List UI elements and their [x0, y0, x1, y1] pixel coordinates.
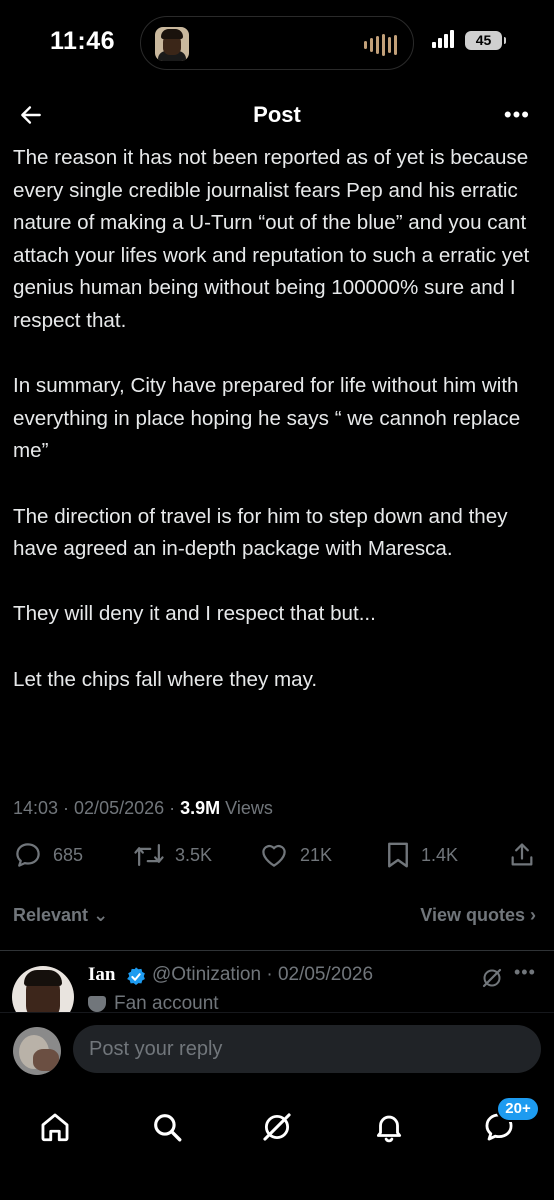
sort-label: Relevant [13, 905, 89, 925]
heart-icon [262, 844, 286, 867]
fan-mask-icon [88, 996, 106, 1012]
reply-button[interactable]: 685 [13, 840, 83, 870]
tab-grok[interactable] [252, 1102, 302, 1152]
page-title: Post [253, 102, 301, 127]
reply-handle-date: @Otinization · 02/05/2026 [152, 964, 374, 985]
view-quotes-label: View quotes [420, 905, 525, 925]
grok-icon [263, 1113, 291, 1141]
bookmark-count: 1.4K [421, 844, 459, 865]
battery-indicator: 45 [465, 31, 506, 50]
search-icon [154, 1114, 182, 1142]
reply-author-name[interactable]: Ian [88, 964, 115, 986]
divider [0, 950, 554, 951]
audio-waveform-icon [364, 34, 397, 56]
tab-home[interactable] [30, 1102, 80, 1152]
repost-button[interactable]: 3.5K [133, 840, 212, 870]
now-playing-artwork [155, 27, 189, 61]
status-time: 11:46 [50, 27, 116, 55]
views-count[interactable]: 3.9M [180, 798, 220, 818]
share-button[interactable] [508, 840, 536, 870]
my-avatar [13, 1027, 61, 1075]
more-options-icon[interactable]: ••• [504, 102, 530, 128]
views-label: Views [220, 798, 273, 818]
post-paragraph: In summary, City have prepared for life … [13, 374, 521, 463]
status-bar: 11:46 45 [0, 0, 554, 90]
bookmark-button[interactable]: 1.4K [385, 840, 458, 870]
avatar[interactable] [12, 966, 74, 1018]
post-paragraph: They will deny it and I respect that but… [13, 602, 376, 626]
like-count: 21K [300, 844, 333, 865]
like-button[interactable]: 21K [258, 840, 332, 870]
view-quotes-link[interactable]: View quotes › [420, 905, 536, 926]
chevron-down-icon: ⌄ [93, 905, 109, 925]
post-paragraph: The direction of travel is for him to st… [13, 504, 508, 561]
tab-search[interactable] [142, 1102, 192, 1152]
share-icon [511, 843, 533, 866]
bell-icon [376, 1115, 402, 1143]
verified-badge-icon [127, 967, 145, 985]
post-text: The reason it has not been reported as o… [13, 142, 543, 729]
post-meta: 14:03 · 02/05/2026 · 3.9M Views [13, 798, 273, 819]
reply-more-icon[interactable]: ••• [514, 962, 536, 983]
bookmark-icon [388, 842, 408, 868]
post-timestamp: 14:03 · 02/05/2026 · [13, 798, 181, 818]
reply-composer: Post your reply [0, 1012, 554, 1090]
reply-count: 685 [53, 844, 84, 865]
home-icon [41, 1113, 69, 1142]
reply-input[interactable]: Post your reply [73, 1025, 541, 1073]
post-header: Post ••• [0, 96, 554, 136]
bottom-tab-bar [0, 1090, 554, 1200]
reply-item[interactable]: Ian @Otinization · 02/05/2026 ••• Fan ac… [0, 958, 554, 1018]
action-bar: 685 3.5K 21K 1.4K [0, 840, 554, 880]
chevron-right-icon: › [530, 905, 536, 925]
grok-icon[interactable] [480, 966, 504, 990]
post-paragraph: The reason it has not been reported as o… [13, 146, 530, 332]
replies-sort-row: Relevant ⌄ View quotes › [0, 900, 554, 934]
reply-icon [16, 843, 40, 867]
repost-count: 3.5K [175, 844, 213, 865]
tab-notifications[interactable] [364, 1102, 414, 1152]
dynamic-island[interactable] [140, 16, 414, 70]
post-paragraph: Let the chips fall where they may. [13, 667, 318, 691]
cellular-signal-icon [432, 30, 454, 48]
sort-dropdown[interactable]: Relevant ⌄ [13, 905, 108, 926]
messages-badge: 20+ [496, 1096, 540, 1122]
repost-icon [134, 844, 164, 866]
